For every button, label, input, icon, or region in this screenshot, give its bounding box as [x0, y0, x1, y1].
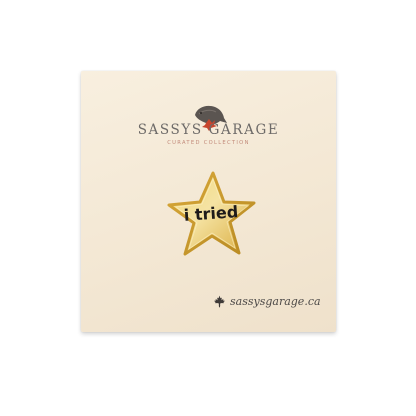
brand-subtitle: CURATED COLLECTION [167, 140, 250, 146]
backing-card: SASSYS GARAGE CURATED COLLECTION i tried [81, 71, 336, 332]
website-text: sassysgarage.ca [230, 294, 321, 308]
brand-title: SASSYS GARAGE [137, 122, 280, 138]
maple-leaf-icon [213, 295, 226, 307]
product-photo: SASSYS GARAGE CURATED COLLECTION i tried [0, 0, 416, 416]
card-footer: sassysgarage.ca [213, 293, 321, 309]
